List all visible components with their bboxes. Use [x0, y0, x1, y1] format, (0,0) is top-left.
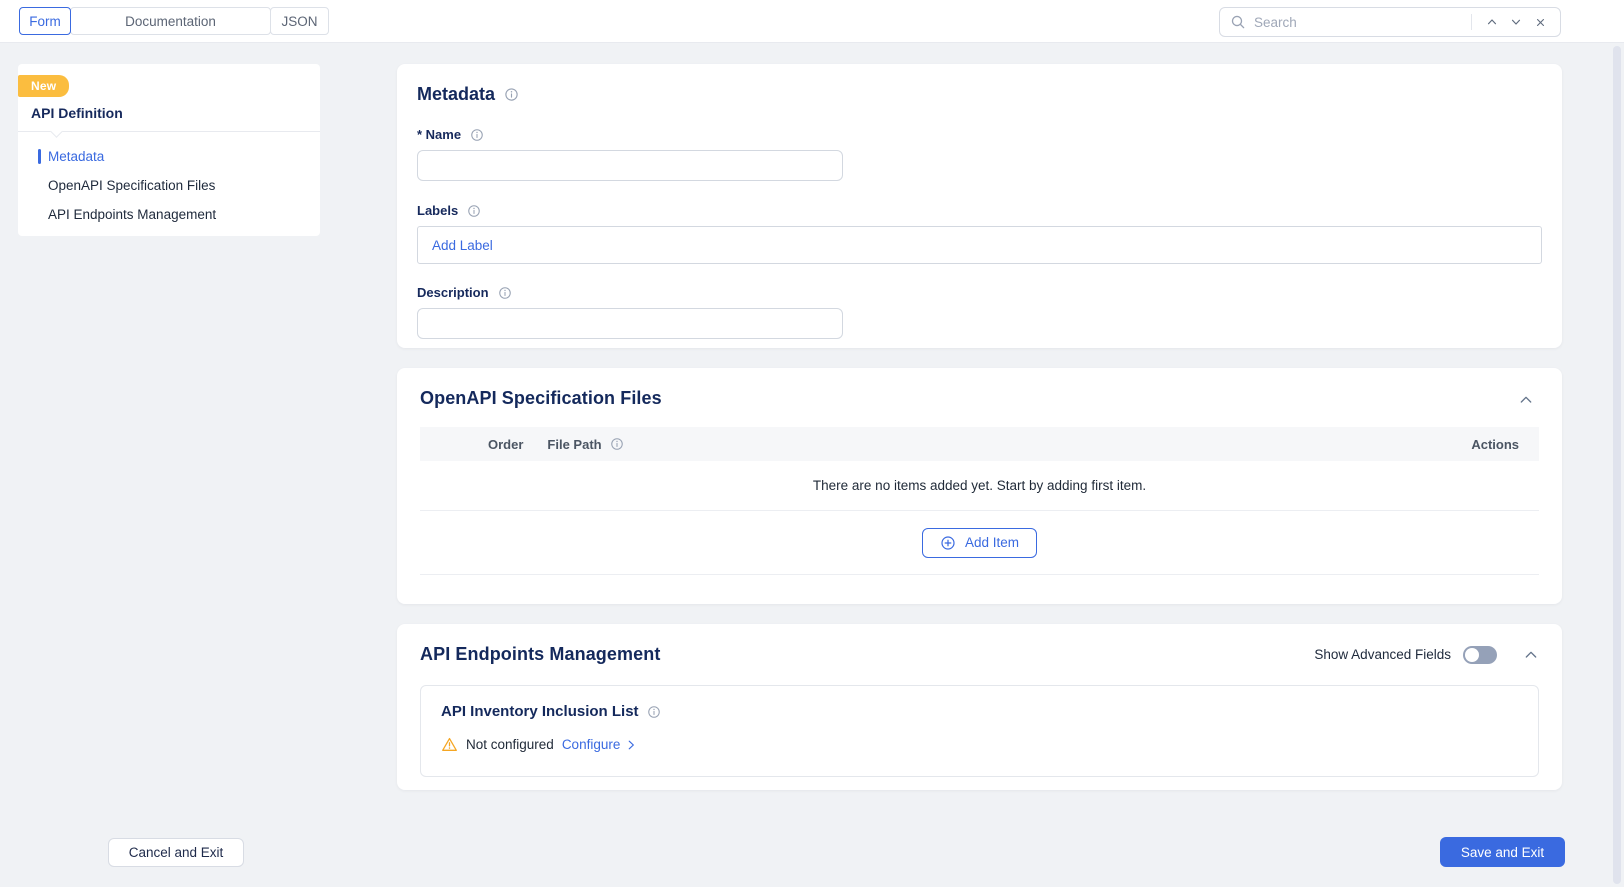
openapi-spec-files-section: OpenAPI Specification Files Order File P…	[397, 368, 1562, 604]
info-icon[interactable]	[504, 87, 519, 102]
cancel-and-exit-button[interactable]: Cancel and Exit	[108, 838, 244, 867]
tab-form[interactable]: Form	[19, 7, 71, 35]
collapse-notch-icon	[50, 125, 63, 138]
not-configured-status: Not configured	[466, 737, 554, 752]
configure-link-label: Configure	[561, 737, 621, 752]
search-prev-icon[interactable]	[1482, 12, 1502, 32]
collapse-section-icon[interactable]	[1523, 647, 1539, 663]
table-add-row: Add Item	[420, 511, 1539, 575]
metadata-section: Metadata * Name Labels Add Label Descrip…	[397, 64, 1562, 348]
inclusion-list-title: API Inventory Inclusion List	[441, 703, 639, 720]
status-badge-new: New	[18, 75, 70, 97]
topbar: Form Documentation JSON	[0, 0, 1624, 43]
api-inventory-inclusion-card: API Inventory Inclusion List Not configu…	[420, 685, 1539, 777]
name-field[interactable]	[417, 150, 843, 181]
view-tabs: Form Documentation JSON	[19, 7, 329, 35]
spec-files-table: Order File Path Actions There are no ite…	[420, 427, 1539, 575]
collapse-section-icon[interactable]	[1518, 392, 1534, 408]
search-next-icon[interactable]	[1506, 12, 1526, 32]
warning-icon	[441, 736, 458, 753]
page: Form Documentation JSON New API Definiti…	[0, 0, 1624, 887]
table-header-row: Order File Path Actions	[420, 427, 1539, 461]
info-icon[interactable]	[498, 286, 512, 300]
info-icon[interactable]	[470, 128, 484, 142]
search-close-icon[interactable]	[1530, 12, 1550, 32]
add-item-button[interactable]: Add Item	[921, 527, 1038, 558]
tab-json[interactable]: JSON	[270, 7, 329, 35]
column-header-actions: Actions	[1471, 436, 1519, 452]
search-divider	[1471, 14, 1472, 30]
column-header-file-path: File Path	[547, 436, 602, 452]
name-field-label: * Name	[417, 127, 462, 142]
info-icon[interactable]	[647, 705, 661, 719]
tab-documentation[interactable]: Documentation	[70, 7, 271, 35]
search-box	[1219, 7, 1561, 37]
info-icon[interactable]	[610, 437, 624, 451]
metadata-section-title: Metadata	[417, 84, 496, 104]
active-indicator	[38, 149, 41, 164]
sidebar-divider	[18, 125, 320, 138]
toggle-knob	[1465, 647, 1479, 662]
sidebar-section-list: Metadata OpenAPI Specification Files API…	[18, 142, 320, 229]
column-header-order: Order	[488, 436, 524, 452]
labels-field: Add Label	[417, 226, 1542, 264]
info-icon[interactable]	[467, 204, 481, 218]
labels-field-label: Labels	[417, 203, 459, 218]
sidebar-item-label: Metadata	[48, 149, 105, 164]
save-and-exit-button[interactable]: Save and Exit	[1440, 837, 1565, 867]
sidebar-nav-card: New API Definition Metadata OpenAPI Spec…	[18, 64, 320, 236]
sidebar-item-api-endpoints-management[interactable]: API Endpoints Management	[18, 200, 320, 229]
sidebar-item-openapi-spec-files[interactable]: OpenAPI Specification Files	[18, 171, 320, 200]
sidebar-item-label: OpenAPI Specification Files	[48, 178, 216, 193]
add-label-link[interactable]: Add Label	[432, 238, 493, 253]
plus-circle-icon	[940, 535, 956, 551]
description-field[interactable]	[417, 308, 843, 339]
search-input[interactable]	[1254, 14, 1465, 30]
search-icon	[1230, 14, 1246, 30]
show-advanced-fields-label: Show Advanced Fields	[1314, 647, 1451, 662]
scrollbar-thumb[interactable]	[1613, 46, 1621, 884]
configure-link[interactable]: Configure	[562, 737, 639, 752]
sidebar-item-label: API Endpoints Management	[48, 207, 217, 222]
add-item-label: Add Item	[964, 535, 1020, 550]
sidebar-item-metadata[interactable]: Metadata	[18, 142, 320, 171]
description-field-label: Description	[417, 285, 489, 300]
openapi-spec-files-title: OpenAPI Specification Files	[420, 388, 662, 408]
sidebar-title: API Definition	[31, 105, 123, 121]
api-endpoints-title: API Endpoints Management	[420, 644, 661, 664]
api-endpoints-section: API Endpoints Management Show Advanced F…	[397, 624, 1562, 790]
table-empty-state: There are no items added yet. Start by a…	[420, 461, 1539, 511]
show-advanced-fields-toggle[interactable]	[1463, 645, 1497, 664]
